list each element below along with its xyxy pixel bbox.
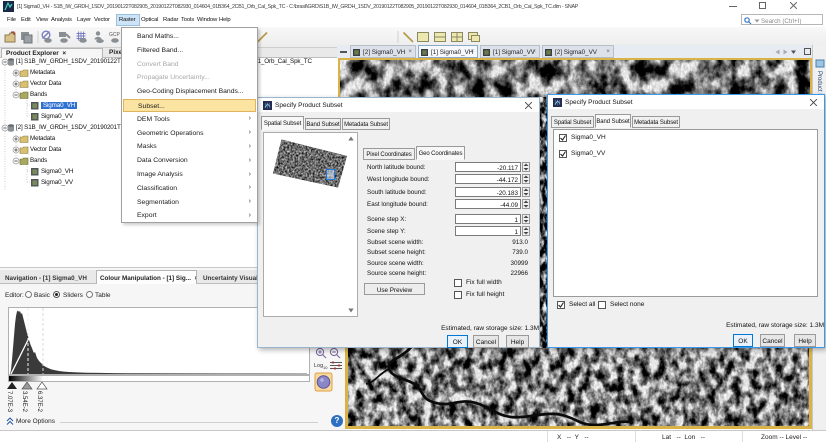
svg-text:10: 10 [323, 365, 328, 370]
svg-text:Log: Log [314, 363, 323, 369]
svg-text:GCP: GCP [109, 32, 121, 38]
